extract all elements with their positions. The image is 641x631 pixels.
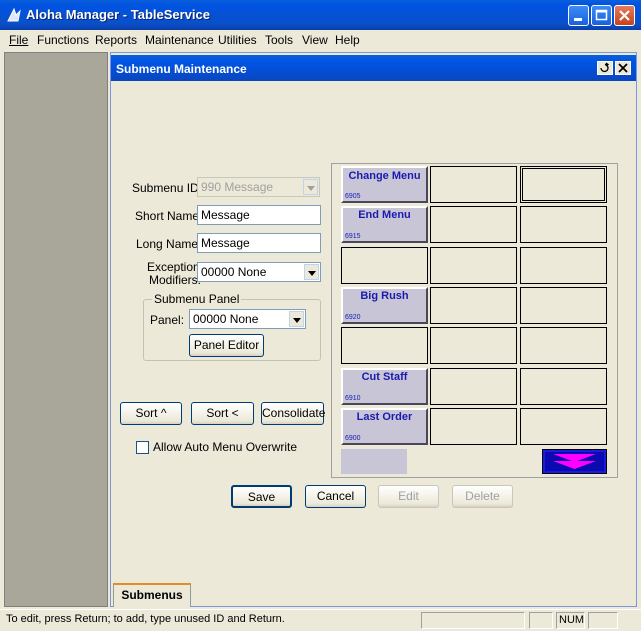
grid-cell-empty[interactable] (341, 247, 428, 284)
window-title: Aloha Manager - TableService (26, 7, 210, 22)
restore-icon (600, 62, 610, 73)
grid-cell-empty[interactable] (430, 327, 517, 364)
delete-button[interactable]: Delete (452, 485, 513, 508)
close-icon (619, 10, 630, 21)
page-down-button[interactable] (542, 449, 607, 474)
status-panel (421, 612, 525, 629)
status-panel (529, 612, 553, 629)
save-button[interactable]: Save (231, 485, 292, 508)
grid-cell-empty[interactable] (430, 206, 517, 243)
num-lock-indicator: NUM (556, 612, 585, 629)
panel-dropdown[interactable]: 00000 None (189, 309, 306, 329)
exception-label-line2: Modifiers: (149, 273, 202, 287)
consolidate-button[interactable]: Consolidate (261, 402, 325, 425)
long-name-input[interactable]: Message (197, 233, 321, 253)
menu-tools[interactable]: Tools (265, 33, 293, 47)
exception-label-line1: Exception (147, 260, 200, 274)
minimize-button[interactable] (568, 5, 589, 26)
status-bar: To edit, press Return; to add, type unus… (0, 609, 641, 631)
chevron-down-icon[interactable] (304, 264, 319, 280)
grid-button-cut-staff[interactable]: Cut Staff 6910 (341, 368, 428, 405)
exception-modifiers-dropdown[interactable]: 00000 None (197, 262, 321, 282)
close-icon (618, 63, 628, 73)
menu-functions[interactable]: Functions (37, 33, 89, 47)
menu-bar: File Functions Reports Maintenance Utili… (0, 30, 641, 50)
edit-button[interactable]: Edit (378, 485, 439, 508)
grid-button-change-menu[interactable]: Change Menu 6905 (341, 166, 428, 203)
child-close-button[interactable] (615, 61, 631, 75)
menu-view[interactable]: View (302, 33, 328, 47)
sort-up-button[interactable]: Sort ^ (120, 402, 182, 425)
menu-utilities[interactable]: Utilities (218, 33, 257, 47)
submenu-id-label: Submenu ID: (132, 181, 203, 195)
grid-cell-empty[interactable] (520, 247, 607, 284)
panel-editor-button[interactable]: Panel Editor (189, 334, 264, 357)
panel-label: Panel: (150, 313, 185, 327)
close-button[interactable] (614, 5, 635, 26)
status-panel (588, 612, 618, 629)
maximize-button[interactable] (591, 5, 612, 26)
menu-help[interactable]: Help (335, 33, 360, 47)
menu-maintenance[interactable]: Maintenance (145, 33, 214, 47)
maximize-icon (595, 9, 608, 21)
app-icon (7, 7, 21, 22)
grid-cell-empty[interactable] (520, 287, 607, 324)
menu-reports[interactable]: Reports (95, 33, 137, 47)
grid-cell-empty[interactable] (520, 206, 607, 243)
child-window-title: Submenu Maintenance (116, 62, 247, 76)
cancel-button[interactable]: Cancel (305, 485, 366, 508)
tab-submenus[interactable]: Submenus (113, 583, 191, 607)
grid-cell-empty[interactable] (520, 408, 607, 445)
grid-cell-empty[interactable] (341, 327, 428, 364)
grid-cell-empty[interactable] (430, 287, 517, 324)
grid-cell-empty[interactable] (430, 166, 517, 203)
child-title-bar: Submenu Maintenance (111, 55, 636, 81)
grid-cell-empty[interactable] (520, 368, 607, 405)
grid-cell-empty[interactable] (430, 247, 517, 284)
window-title-bar[interactable]: Aloha Manager - TableService (0, 0, 641, 30)
menu-file[interactable]: File (9, 33, 28, 47)
grid-cell-empty[interactable] (430, 408, 517, 445)
chevron-down-icon[interactable] (289, 311, 304, 327)
short-name-label: Short Name: (135, 209, 203, 223)
restore-button[interactable] (597, 61, 613, 75)
left-side-panel (4, 52, 108, 607)
allow-auto-overwrite-checkbox[interactable] (136, 441, 149, 454)
grid-cell-empty[interactable] (430, 368, 517, 405)
grid-button-big-rush[interactable]: Big Rush 6920 (341, 287, 428, 324)
sort-left-button[interactable]: Sort < (191, 402, 254, 425)
minimize-icon (574, 18, 582, 21)
submenu-id-dropdown: 990 Message (197, 177, 320, 197)
submenu-panel-legend: Submenu Panel (152, 292, 242, 306)
status-text: To edit, press Return; to add, type unus… (6, 613, 285, 625)
grid-scroll-placeholder (341, 449, 407, 474)
chevron-down-icon (303, 179, 318, 195)
double-down-arrow-icon (545, 452, 604, 471)
grid-cell-selected[interactable] (520, 166, 607, 203)
grid-button-end-menu[interactable]: End Menu 6915 (341, 206, 428, 243)
grid-cell-empty[interactable] (520, 327, 607, 364)
long-name-label: Long Name: (136, 237, 202, 251)
short-name-input[interactable]: Message (197, 205, 321, 225)
allow-auto-overwrite-label: Allow Auto Menu Overwrite (153, 440, 298, 454)
grid-button-last-order[interactable]: Last Order 6900 (341, 408, 428, 445)
